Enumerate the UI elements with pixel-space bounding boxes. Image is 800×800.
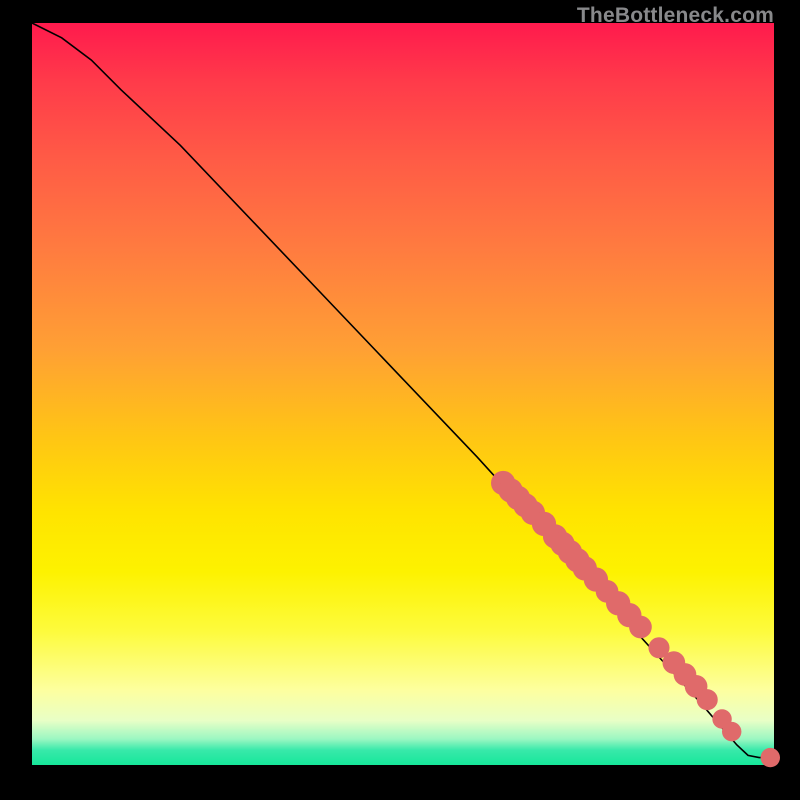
data-point <box>697 689 718 710</box>
data-point <box>629 616 652 639</box>
data-point <box>761 748 780 767</box>
chart-container: TheBottleneck.com <box>0 0 800 800</box>
data-points <box>491 471 780 767</box>
chart-overlay <box>32 23 774 765</box>
data-point <box>722 722 741 741</box>
